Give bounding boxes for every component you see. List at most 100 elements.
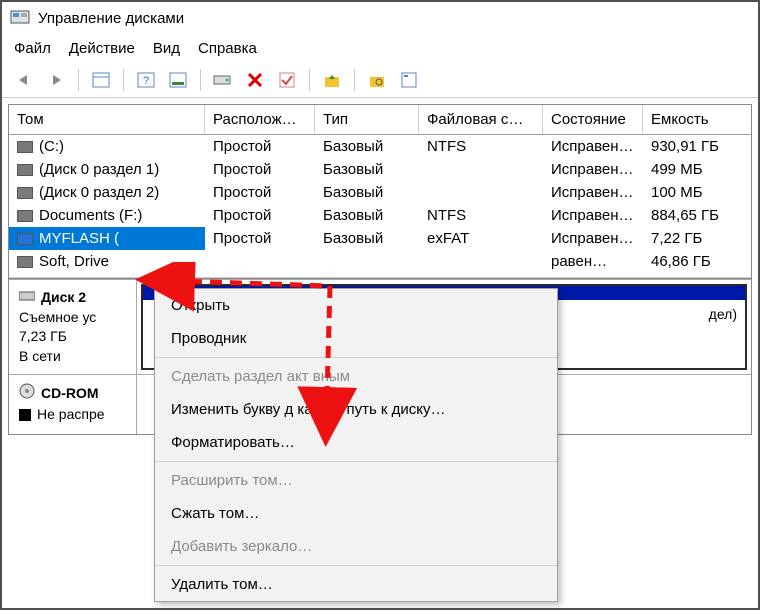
cell-state: Исправен…	[543, 181, 643, 204]
ctx-separator	[155, 565, 557, 566]
toolbar-separator	[200, 69, 201, 91]
volume-name-cell: Soft, Drive	[9, 250, 205, 273]
back-button[interactable]	[10, 67, 38, 93]
disk-icon	[19, 288, 35, 308]
volume-name-cell: Documents (F:)	[9, 204, 205, 227]
menu-action[interactable]: Действие	[69, 40, 135, 57]
volume-name: (C:)	[39, 138, 64, 155]
col-type[interactable]: Тип	[315, 105, 419, 134]
toolbar: ?	[2, 63, 758, 98]
cdrom-title: CD-ROM	[41, 384, 99, 404]
drive-icon	[17, 233, 33, 245]
toolbar-separator	[354, 69, 355, 91]
disk-type: Съемное ус	[19, 308, 126, 328]
col-volume[interactable]: Том	[9, 105, 205, 134]
help-icon[interactable]: ?	[132, 67, 160, 93]
cdrom-icon	[19, 383, 35, 405]
list-divider	[9, 277, 751, 278]
cell-state: Исправен…	[543, 204, 643, 227]
cell-cap: 499 МБ	[643, 158, 751, 181]
ctx-extend: Расширить том…	[155, 464, 557, 497]
cell-type: Базовый	[315, 135, 419, 158]
disk-title: Диск 2	[41, 288, 86, 308]
ctx-separator	[155, 357, 557, 358]
disk-size: 7,23 ГБ	[19, 327, 126, 347]
menu-view[interactable]: Вид	[153, 40, 180, 57]
cell-type: Базовый	[315, 181, 419, 204]
ctx-delete[interactable]: Удалить том…	[155, 568, 557, 601]
col-state[interactable]: Состояние	[543, 105, 643, 134]
ctx-explorer[interactable]: Проводник	[155, 322, 557, 355]
cell-type: Базовый	[315, 158, 419, 181]
cell-type	[315, 250, 419, 273]
svg-text:?: ?	[143, 75, 149, 87]
menubar: Файл Действие Вид Справка	[2, 34, 758, 63]
toolbar-separator	[78, 69, 79, 91]
volume-name: Documents (F:)	[39, 207, 142, 224]
volume-name: Soft, Drive	[39, 253, 109, 270]
drive-icon	[17, 256, 33, 268]
cell-state: Исправен…	[543, 227, 643, 250]
cell-cap: 46,86 ГБ	[643, 250, 751, 273]
ctx-open[interactable]: Открыть	[155, 289, 557, 322]
volume-row[interactable]: Soft, Drive равен…46,86 ГБ	[9, 250, 751, 273]
volume-name: (Диск 0 раздел 2)	[39, 184, 159, 201]
check-icon[interactable]	[273, 67, 301, 93]
list-icon[interactable]	[164, 67, 192, 93]
cell-fs	[419, 181, 543, 204]
cell-layout: Простой	[205, 204, 315, 227]
cell-layout: Простой	[205, 227, 315, 250]
cell-cap: 100 МБ	[643, 181, 751, 204]
forward-button[interactable]	[42, 67, 70, 93]
volume-name-cell: (Диск 0 раздел 2)	[9, 181, 205, 204]
ctx-shrink[interactable]: Сжать том…	[155, 497, 557, 530]
delete-icon[interactable]	[241, 67, 269, 93]
panel-icon[interactable]	[87, 67, 115, 93]
disk-header: Диск 2 Съемное ус 7,23 ГБ В сети	[9, 280, 137, 374]
cdrom-status: Не распре	[37, 405, 105, 425]
window-title: Управление дисками	[38, 10, 184, 27]
cell-type: Базовый	[315, 204, 419, 227]
ctx-change-letter[interactable]: Изменить букву д ка или путь к диску…	[155, 393, 557, 426]
cell-fs	[419, 250, 543, 273]
drive-icon	[17, 141, 33, 153]
volume-name-cell: MYFLASH (	[9, 227, 205, 250]
ctx-format[interactable]: Форматировать…	[155, 426, 557, 459]
volume-row[interactable]: Documents (F:)ПростойБазовыйNTFSИсправен…	[9, 204, 751, 227]
cell-cap: 884,65 ГБ	[643, 204, 751, 227]
cell-cap: 7,22 ГБ	[643, 227, 751, 250]
columns-header: Том Располож… Тип Файловая с… Состояние …	[9, 105, 751, 135]
cell-layout: Простой	[205, 135, 315, 158]
drive-icon[interactable]	[209, 67, 237, 93]
disk-header: CD-ROM Не распре	[9, 375, 137, 434]
titlebar: Управление дисками	[2, 2, 758, 34]
cell-cap: 930,91 ГБ	[643, 135, 751, 158]
cell-fs	[419, 158, 543, 181]
folder-up-icon[interactable]	[318, 67, 346, 93]
volumes-list: Том Располож… Тип Файловая с… Состояние …	[8, 104, 752, 279]
cell-type: Базовый	[315, 227, 419, 250]
volume-row[interactable]: (Диск 0 раздел 1)ПростойБазовыйИсправен……	[9, 158, 751, 181]
volume-row[interactable]: (C:)ПростойБазовыйNTFSИсправен…930,91 ГБ	[9, 135, 751, 158]
app-icon	[10, 8, 30, 28]
unalloc-icon	[19, 409, 31, 421]
cell-layout	[205, 250, 315, 273]
menu-file[interactable]: Файл	[14, 40, 51, 57]
menu-help[interactable]: Справка	[198, 40, 257, 57]
volume-row[interactable]: MYFLASH (ПростойБазовыйexFATИсправен…7,2…	[9, 227, 751, 250]
ctx-make-active: Сделать раздел акт вным	[155, 360, 557, 393]
col-layout[interactable]: Располож…	[205, 105, 315, 134]
volume-row[interactable]: (Диск 0 раздел 2) ПростойБазовый Исправен……	[9, 181, 751, 204]
volume-name-cell: (C:)	[9, 135, 205, 158]
ctx-separator	[155, 461, 557, 462]
search-folder-icon[interactable]	[363, 67, 391, 93]
cell-layout: Простой	[205, 158, 315, 181]
cell-state: равен…	[543, 250, 643, 273]
context-menu: Открыть Проводник Сделать раздел акт вны…	[154, 288, 558, 602]
drive-icon	[17, 164, 33, 176]
cell-layout: Простой	[205, 181, 315, 204]
cell-fs: exFAT	[419, 227, 543, 250]
col-filesystem[interactable]: Файловая с…	[419, 105, 543, 134]
properties-icon[interactable]	[395, 67, 423, 93]
col-capacity[interactable]: Емкость	[643, 105, 751, 134]
